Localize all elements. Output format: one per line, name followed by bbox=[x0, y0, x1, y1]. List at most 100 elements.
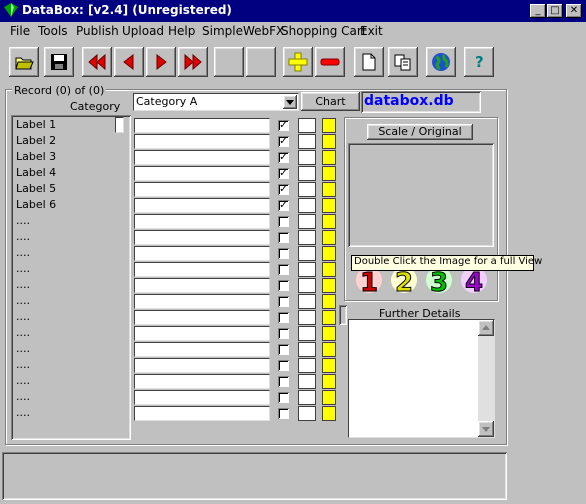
blank-button-2[interactable] bbox=[246, 47, 276, 77]
menu-tools[interactable]: Tools bbox=[38, 24, 68, 38]
add-record-button[interactable] bbox=[283, 47, 313, 77]
visible-checkbox[interactable]: ✓ bbox=[278, 168, 289, 179]
visible-checkbox[interactable] bbox=[278, 296, 289, 307]
first-record-button[interactable] bbox=[82, 47, 112, 77]
previous-record-button[interactable] bbox=[114, 47, 144, 77]
extra-field[interactable] bbox=[298, 246, 316, 261]
value-field[interactable] bbox=[134, 294, 270, 309]
color-swatch[interactable] bbox=[322, 326, 336, 341]
extra-field[interactable] bbox=[298, 342, 316, 357]
extra-field[interactable] bbox=[298, 326, 316, 341]
color-swatch[interactable] bbox=[322, 294, 336, 309]
value-field[interactable] bbox=[134, 326, 270, 341]
extra-field[interactable] bbox=[298, 358, 316, 373]
visible-checkbox[interactable] bbox=[278, 232, 289, 243]
color-swatch[interactable] bbox=[322, 310, 336, 325]
value-field[interactable] bbox=[134, 246, 270, 261]
color-swatch[interactable] bbox=[322, 390, 336, 405]
visible-checkbox[interactable] bbox=[278, 312, 289, 323]
visible-checkbox[interactable] bbox=[278, 328, 289, 339]
labels-scroll-marker[interactable] bbox=[115, 117, 124, 133]
color-swatch[interactable] bbox=[322, 342, 336, 357]
menu-file[interactable]: File bbox=[10, 24, 30, 38]
visible-checkbox[interactable] bbox=[278, 344, 289, 355]
help-button[interactable]: ? bbox=[464, 47, 494, 77]
save-button[interactable] bbox=[44, 47, 74, 77]
extra-field[interactable] bbox=[298, 166, 316, 181]
visible-checkbox[interactable] bbox=[278, 376, 289, 387]
extra-field[interactable] bbox=[298, 230, 316, 245]
further-details-textarea[interactable] bbox=[348, 319, 495, 438]
color-swatch[interactable] bbox=[322, 278, 336, 293]
extra-field[interactable] bbox=[298, 262, 316, 277]
extra-field[interactable] bbox=[298, 294, 316, 309]
visible-checkbox[interactable] bbox=[278, 360, 289, 371]
extra-field[interactable] bbox=[298, 134, 316, 149]
color-swatch[interactable] bbox=[322, 118, 336, 133]
menu-exit[interactable]: Exit bbox=[360, 24, 383, 38]
color-swatch[interactable] bbox=[322, 230, 336, 245]
color-swatch[interactable] bbox=[322, 406, 336, 421]
extra-field[interactable] bbox=[298, 198, 316, 213]
menu-shopping-cart[interactable]: Shopping Cart bbox=[281, 24, 367, 38]
value-field[interactable] bbox=[134, 406, 270, 421]
new-document-button[interactable] bbox=[354, 47, 384, 77]
close-button[interactable]: ✕ bbox=[566, 4, 582, 18]
value-field[interactable] bbox=[134, 198, 270, 213]
scroll-down-button[interactable] bbox=[478, 421, 494, 437]
color-swatch[interactable] bbox=[322, 262, 336, 277]
category-select[interactable]: Category A bbox=[133, 93, 299, 111]
chart-button[interactable]: Chart bbox=[301, 92, 360, 111]
copy-button[interactable] bbox=[388, 47, 418, 77]
value-field[interactable] bbox=[134, 262, 270, 277]
value-field[interactable] bbox=[134, 134, 270, 149]
color-swatch[interactable] bbox=[322, 182, 336, 197]
open-button[interactable] bbox=[9, 47, 39, 77]
details-scrollbar[interactable] bbox=[478, 320, 494, 437]
value-field[interactable] bbox=[134, 166, 270, 181]
web-button[interactable] bbox=[426, 47, 456, 77]
menu-help[interactable]: Help bbox=[168, 24, 195, 38]
visible-checkbox[interactable]: ✓ bbox=[278, 184, 289, 195]
extra-field[interactable] bbox=[298, 406, 316, 421]
extra-field[interactable] bbox=[298, 278, 316, 293]
color-swatch[interactable] bbox=[322, 134, 336, 149]
splitter-handle[interactable] bbox=[339, 305, 347, 325]
extra-field[interactable] bbox=[298, 374, 316, 389]
visible-checkbox[interactable]: ✓ bbox=[278, 120, 289, 131]
visible-checkbox[interactable] bbox=[278, 392, 289, 403]
color-swatch[interactable] bbox=[322, 246, 336, 261]
extra-field[interactable] bbox=[298, 390, 316, 405]
visible-checkbox[interactable] bbox=[278, 248, 289, 259]
blank-button-1[interactable] bbox=[214, 47, 244, 77]
value-field[interactable] bbox=[134, 118, 270, 133]
scale-button[interactable]: Scale / Original Size bbox=[367, 124, 473, 154]
color-swatch[interactable] bbox=[322, 214, 336, 229]
extra-field[interactable] bbox=[298, 182, 316, 197]
next-record-button[interactable] bbox=[146, 47, 176, 77]
menu-simplewebfx[interactable]: SimpleWebFX bbox=[202, 24, 284, 38]
value-field[interactable] bbox=[134, 150, 270, 165]
color-swatch[interactable] bbox=[322, 358, 336, 373]
maximize-button[interactable]: □ bbox=[547, 4, 563, 18]
visible-checkbox[interactable]: ✓ bbox=[278, 152, 289, 163]
visible-checkbox[interactable] bbox=[278, 264, 289, 275]
visible-checkbox[interactable]: ✓ bbox=[278, 136, 289, 147]
extra-field[interactable] bbox=[298, 150, 316, 165]
visible-checkbox[interactable] bbox=[278, 408, 289, 419]
value-field[interactable] bbox=[134, 182, 270, 197]
value-field[interactable] bbox=[134, 390, 270, 405]
value-field[interactable] bbox=[134, 214, 270, 229]
delete-record-button[interactable] bbox=[315, 47, 345, 77]
last-record-button[interactable] bbox=[178, 47, 208, 77]
value-field[interactable] bbox=[134, 358, 270, 373]
value-field[interactable] bbox=[134, 230, 270, 245]
extra-field[interactable] bbox=[298, 214, 316, 229]
extra-field[interactable] bbox=[298, 118, 316, 133]
value-field[interactable] bbox=[134, 374, 270, 389]
visible-checkbox[interactable] bbox=[278, 216, 289, 227]
color-swatch[interactable] bbox=[322, 150, 336, 165]
color-swatch[interactable] bbox=[322, 374, 336, 389]
value-field[interactable] bbox=[134, 278, 270, 293]
menu-publish[interactable]: Publish bbox=[76, 24, 119, 38]
